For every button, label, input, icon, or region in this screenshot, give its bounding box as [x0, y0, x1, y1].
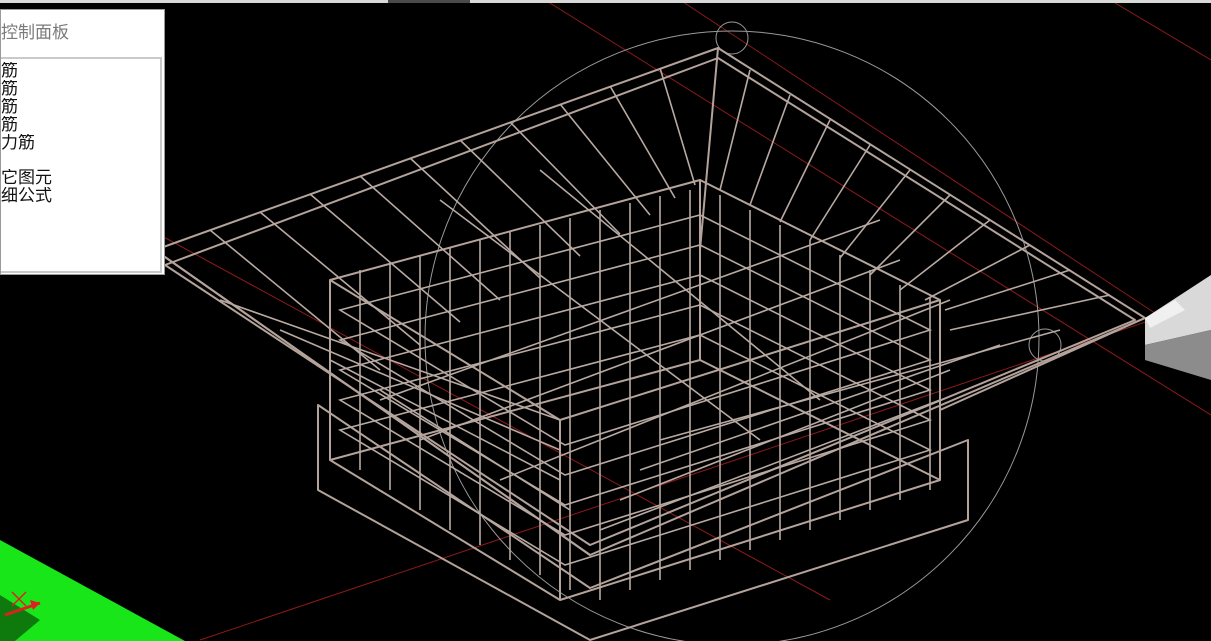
orbit-circle-icon[interactable]	[424, 21, 1062, 641]
panel-item[interactable]: 它图元	[1, 169, 159, 187]
ground-plane	[0, 540, 185, 641]
toolbar-tab-indicator[interactable]	[388, 0, 470, 3]
panel-item[interactable]: 力筋	[1, 134, 159, 152]
panel-item[interactable]: 细公式	[1, 187, 159, 205]
grid-reference-lines	[159, 0, 1211, 641]
control-panel: 控制面板 筋 筋 筋 筋 力筋 它图元 细公式	[0, 9, 165, 275]
toolbar-edge	[0, 0, 1211, 3]
panel-item[interactable]: 筋	[1, 62, 159, 80]
view-cube-icon[interactable]	[1145, 275, 1211, 380]
rebar-mesh	[209, 67, 1111, 600]
control-panel-list: 筋 筋 筋 筋 力筋 它图元 细公式	[1, 57, 162, 273]
panel-item[interactable]: 筋	[1, 116, 159, 134]
3d-rebar-viewport[interactable]	[0, 0, 1211, 641]
control-panel-title: 控制面板	[1, 23, 69, 43]
panel-item[interactable]: 筋	[1, 80, 159, 98]
rebar-wireframe	[154, 47, 1146, 641]
panel-item[interactable]: 筋	[1, 98, 159, 116]
